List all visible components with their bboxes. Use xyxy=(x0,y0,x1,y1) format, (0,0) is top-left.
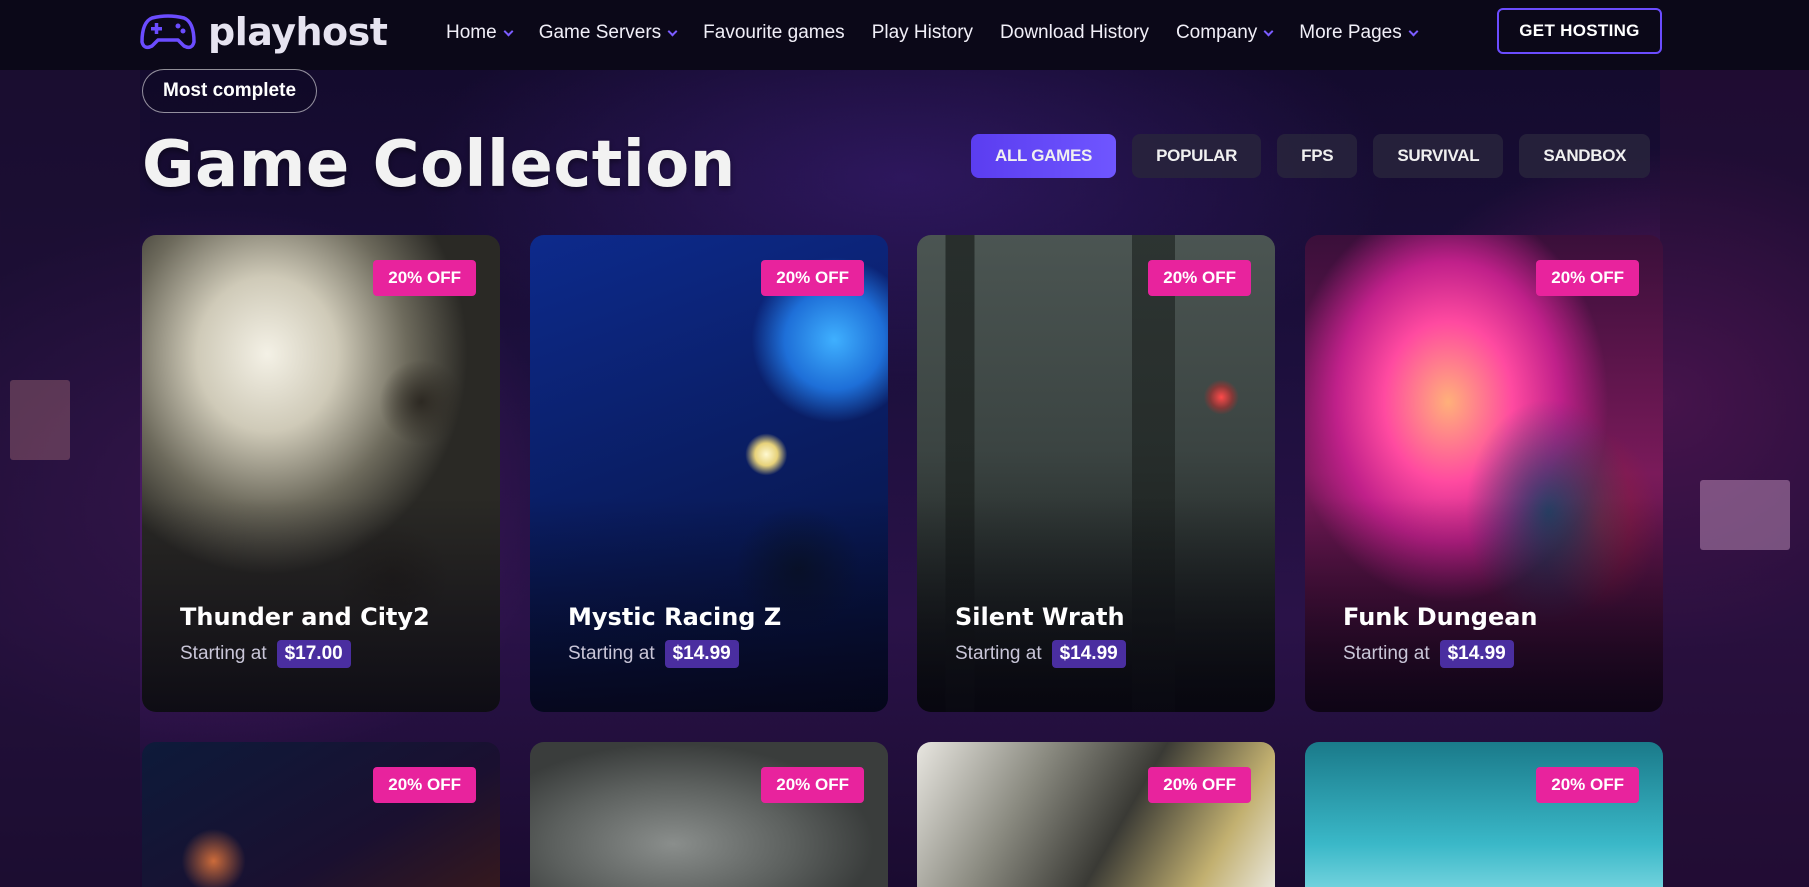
game-title: Thunder and City2 xyxy=(180,603,430,631)
game-cover-image xyxy=(142,742,500,887)
price-row: Starting at $17.00 xyxy=(180,640,351,668)
get-hosting-button[interactable]: GET HOSTING xyxy=(1497,8,1662,54)
nav-item-label: Download History xyxy=(1000,22,1149,43)
price-tag: $14.99 xyxy=(1051,640,1126,668)
price-row: Starting at $14.99 xyxy=(955,640,1126,668)
filter-tab-fps[interactable]: FPS xyxy=(1277,134,1358,178)
price-label: Starting at xyxy=(180,643,267,664)
nav-item-play-history[interactable]: Play History xyxy=(872,22,973,44)
filter-tab-survival[interactable]: SURVIVAL xyxy=(1373,134,1504,178)
gamepad-icon xyxy=(140,14,196,50)
page-title: Game Collection xyxy=(142,128,736,202)
chevron-down-icon xyxy=(667,26,678,36)
discount-badge: 20% OFF xyxy=(761,767,864,803)
game-card[interactable]: 20% OFF Funk Dungean Starting at $14.99 xyxy=(1305,235,1663,712)
price-tag: $14.99 xyxy=(1439,640,1514,668)
nav-item-download-history[interactable]: Download History xyxy=(1000,22,1149,44)
discount-badge: 20% OFF xyxy=(1148,260,1251,296)
nav-item-home[interactable]: Home xyxy=(446,22,514,44)
background-neon-sign xyxy=(1700,480,1790,550)
game-filter-tabs: ALL GAMES POPULAR FPS SURVIVAL SANDBOX xyxy=(971,134,1651,178)
discount-badge: 20% OFF xyxy=(1536,260,1639,296)
price-tag: $14.99 xyxy=(664,640,739,668)
game-card[interactable]: 20% OFF Thunder and City2 Starting at $1… xyxy=(142,235,500,712)
background-city-right xyxy=(1660,70,1809,887)
main-nav: Home Game Servers Favourite games Play H… xyxy=(446,0,1419,66)
price-row: Starting at $14.99 xyxy=(568,640,739,668)
top-navbar: playhost Home Game Servers Favourite gam… xyxy=(0,0,1809,70)
nav-item-label: More Pages xyxy=(1299,22,1402,43)
nav-item-label: Game Servers xyxy=(538,22,662,43)
price-label: Starting at xyxy=(955,643,1042,664)
nav-item-more-pages[interactable]: More Pages xyxy=(1299,22,1419,44)
game-card[interactable]: 20% OFF Silent Wrath Starting at $14.99 xyxy=(917,235,1275,712)
game-title: Funk Dungean xyxy=(1343,603,1538,631)
price-label: Starting at xyxy=(568,643,655,664)
game-cover-image xyxy=(1305,742,1663,887)
price-row: Starting at $14.99 xyxy=(1343,640,1514,668)
game-card[interactable]: 20% OFF Mystic Racing Z Starting at $14.… xyxy=(530,235,888,712)
filter-tab-sandbox[interactable]: SANDBOX xyxy=(1519,134,1651,178)
nav-item-favourite-games[interactable]: Favourite games xyxy=(703,22,845,44)
nav-item-game-servers[interactable]: Game Servers xyxy=(538,22,678,44)
discount-badge: 20% OFF xyxy=(1536,767,1639,803)
price-tag: $17.00 xyxy=(276,640,351,668)
game-title: Silent Wrath xyxy=(955,603,1125,631)
game-cover-image xyxy=(530,742,888,887)
game-card[interactable]: 20% OFF xyxy=(1305,742,1663,887)
game-title: Mystic Racing Z xyxy=(568,603,782,631)
discount-badge: 20% OFF xyxy=(761,260,864,296)
background-neon-sign xyxy=(10,380,70,460)
game-card[interactable]: 20% OFF xyxy=(917,742,1275,887)
chevron-down-icon xyxy=(1263,26,1274,36)
chevron-down-icon xyxy=(503,26,514,36)
game-card[interactable]: 20% OFF xyxy=(142,742,500,887)
nav-item-label: Play History xyxy=(871,22,974,43)
section-tag: Most complete xyxy=(142,69,318,113)
filter-tab-all-games[interactable]: ALL GAMES xyxy=(971,134,1117,178)
brand-logo[interactable]: playhost xyxy=(140,10,388,54)
game-card[interactable]: 20% OFF xyxy=(530,742,888,887)
nav-item-label: Home xyxy=(446,22,497,43)
game-cover-image xyxy=(917,742,1275,887)
discount-badge: 20% OFF xyxy=(1148,767,1251,803)
price-label: Starting at xyxy=(1343,643,1430,664)
chevron-down-icon xyxy=(1408,26,1419,36)
brand-name: playhost xyxy=(208,10,388,54)
filter-tab-popular[interactable]: POPULAR xyxy=(1132,134,1262,178)
discount-badge: 20% OFF xyxy=(373,260,476,296)
discount-badge: 20% OFF xyxy=(373,767,476,803)
nav-item-label: Favourite games xyxy=(703,22,845,43)
background-city-left xyxy=(0,70,140,887)
nav-item-company[interactable]: Company xyxy=(1175,22,1274,44)
nav-item-label: Company xyxy=(1175,22,1258,43)
